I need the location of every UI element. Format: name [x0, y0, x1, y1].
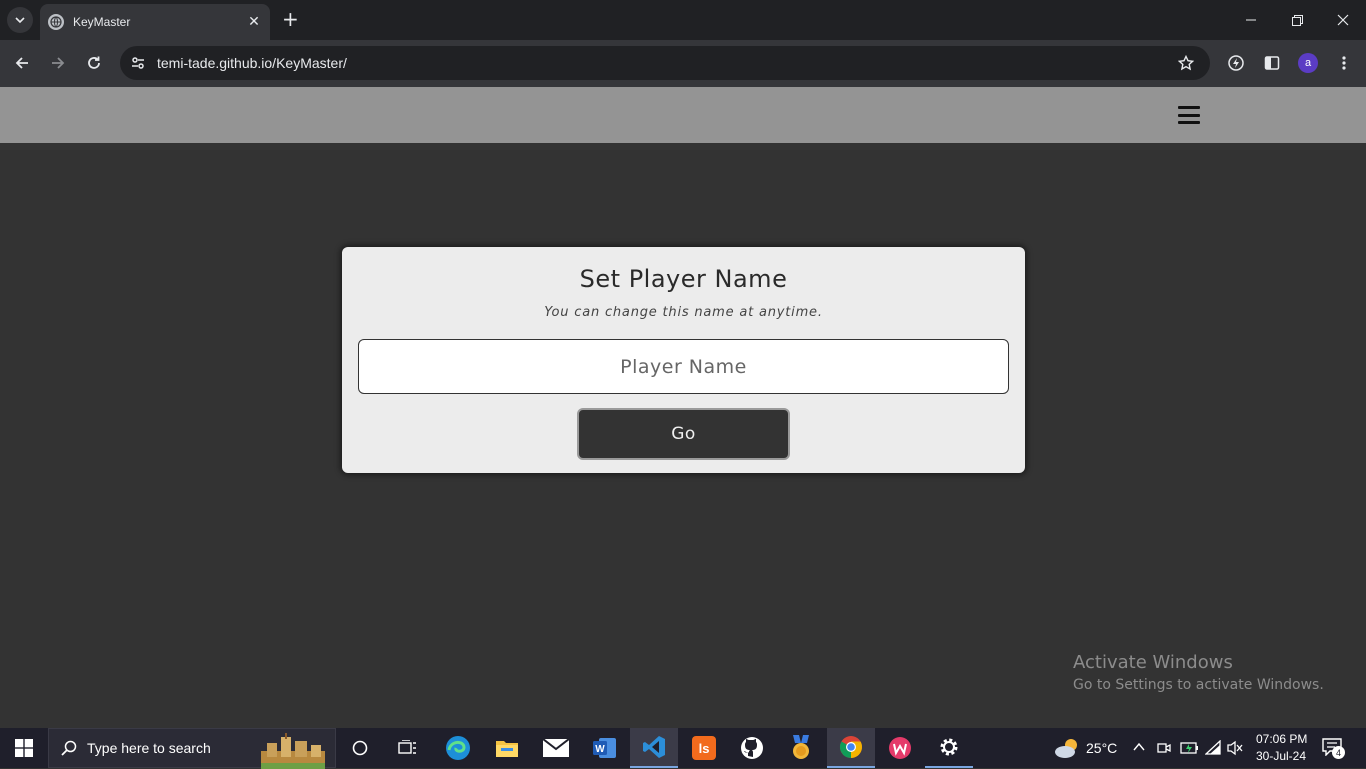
- reload-icon: [88, 56, 100, 69]
- volume-muted-icon[interactable]: [1227, 740, 1243, 756]
- url-text[interactable]: temi-tade.github.io/KeyMaster/: [157, 55, 347, 71]
- windows-taskbar: Type here to search W ls 25°C 07:06 PM 3…: [0, 728, 1366, 769]
- vscode-icon[interactable]: [630, 728, 678, 768]
- github-icon[interactable]: [728, 728, 776, 768]
- settings-icon[interactable]: [925, 728, 973, 768]
- more-menu-icon[interactable]: [1332, 51, 1356, 75]
- windows-start-button[interactable]: [0, 728, 48, 768]
- battery-icon[interactable]: [1180, 741, 1200, 755]
- tab-title: KeyMaster: [73, 15, 131, 29]
- go-button[interactable]: Go: [577, 408, 790, 460]
- wps-icon[interactable]: [876, 728, 924, 768]
- performance-icon[interactable]: [1224, 51, 1248, 75]
- windows-logo-icon: [15, 739, 33, 757]
- new-tab-button[interactable]: +: [282, 9, 299, 29]
- chrome-icon[interactable]: [827, 728, 875, 768]
- back-button[interactable]: [10, 51, 34, 75]
- dialog-title: Set Player Name: [579, 265, 788, 293]
- medal-icon[interactable]: [777, 728, 825, 768]
- cortana-icon[interactable]: [336, 728, 384, 768]
- word-icon[interactable]: W: [581, 728, 629, 768]
- page-main: Set Player Name You can change this name…: [0, 143, 1366, 728]
- clock-time[interactable]: 07:06 PM: [1256, 732, 1307, 746]
- watermark-subtitle: Go to Settings to activate Windows.: [1073, 677, 1324, 693]
- browser-tab[interactable]: KeyMaster ✕: [40, 4, 270, 40]
- restore-button[interactable]: [1274, 0, 1320, 40]
- file-explorer-icon[interactable]: [483, 728, 531, 768]
- activate-windows-watermark: Activate Windows Go to Settings to activ…: [1073, 652, 1324, 693]
- search-placeholder: Type here to search: [87, 740, 211, 756]
- livestorm-icon[interactable]: ls: [680, 728, 728, 768]
- wifi-icon[interactable]: [1205, 740, 1223, 756]
- profile-avatar[interactable]: a: [1298, 53, 1318, 73]
- chevron-down-icon: [15, 17, 25, 24]
- arrow-left-icon: [15, 57, 28, 69]
- browser-toolbar: temi-tade.github.io/KeyMaster/ a: [0, 40, 1366, 87]
- tab-search-button[interactable]: [7, 7, 33, 33]
- svg-text:W: W: [595, 744, 605, 755]
- side-panel-icon[interactable]: [1260, 51, 1284, 75]
- set-player-name-dialog: Set Player Name You can change this name…: [342, 247, 1025, 473]
- mail-icon[interactable]: [532, 728, 580, 768]
- notification-badge: 4: [1332, 746, 1345, 759]
- dialog-hint: You can change this name at anytime.: [544, 305, 823, 320]
- watermark-title: Activate Windows: [1073, 652, 1233, 673]
- site-settings-icon[interactable]: [128, 53, 148, 73]
- notification-center-button[interactable]: 4: [1322, 738, 1346, 760]
- meet-now-icon[interactable]: [1157, 740, 1171, 756]
- forward-button[interactable]: [46, 51, 70, 75]
- taskbar-search-box[interactable]: Type here to search: [48, 728, 336, 769]
- hamburger-menu-icon[interactable]: [1177, 104, 1201, 126]
- minimize-button[interactable]: [1228, 0, 1274, 40]
- browser-tab-strip: KeyMaster ✕ +: [0, 0, 1366, 40]
- weather-cloud-icon[interactable]: [1054, 737, 1080, 759]
- player-name-input[interactable]: [358, 339, 1009, 394]
- globe-icon: [48, 14, 64, 30]
- address-bar[interactable]: temi-tade.github.io/KeyMaster/: [120, 46, 1210, 80]
- svg-text:ls: ls: [699, 741, 710, 756]
- arrow-right-icon: [52, 57, 65, 69]
- close-window-button[interactable]: [1320, 0, 1366, 40]
- reload-button[interactable]: [82, 51, 106, 75]
- weather-temperature[interactable]: 25°C: [1086, 740, 1117, 756]
- bookmark-star-icon[interactable]: [1176, 53, 1196, 73]
- task-view-icon[interactable]: [384, 728, 432, 768]
- close-tab-icon[interactable]: ✕: [246, 14, 262, 30]
- site-header: [0, 87, 1366, 143]
- search-icon: [61, 740, 77, 756]
- chevron-up-icon[interactable]: [1133, 742, 1145, 752]
- edge-icon[interactable]: [434, 728, 482, 768]
- clock-date[interactable]: 30-Jul-24: [1256, 749, 1306, 763]
- search-highlight-art-icon: [261, 733, 325, 769]
